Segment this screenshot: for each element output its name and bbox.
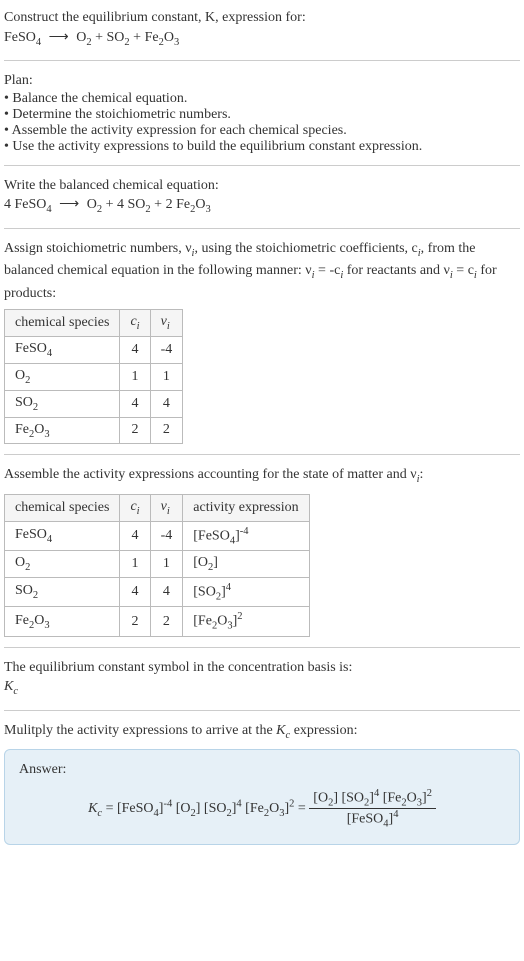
table-row: FeSO4 4 -4 [FeSO4]-4 (5, 521, 310, 550)
plan-heading: Plan: (4, 71, 520, 91)
th-species: chemical species (5, 310, 120, 337)
plan-item: Balance the chemical equation. (4, 91, 520, 107)
table-row: O2 1 1 [O2] (5, 551, 310, 578)
eq-symbol-section: The equilibrium constant symbol in the c… (4, 658, 520, 700)
divider (4, 60, 520, 61)
species-cell: FeSO4 (5, 521, 120, 550)
assemble-text: Assemble the activity expressions accoun… (4, 465, 520, 487)
divider (4, 454, 520, 455)
stoich-section: Assign stoichiometric numbers, νi, using… (4, 239, 520, 445)
table-row: O2 1 1 (5, 363, 183, 390)
ci-cell: 1 (120, 551, 150, 578)
ci-cell: 4 (120, 577, 150, 606)
ci-cell: 2 (120, 607, 150, 636)
intro-line: Construct the equilibrium constant, K, e… (4, 10, 306, 25)
kc-symbol: Kc (4, 677, 520, 699)
vi-cell: 2 (150, 417, 183, 444)
species-cell: O2 (5, 551, 120, 578)
plan-list: Balance the chemical equation. Determine… (4, 91, 520, 155)
vi-cell: 1 (150, 551, 183, 578)
divider (4, 647, 520, 648)
ci-cell: 2 (120, 417, 150, 444)
activity-cell: [FeSO4]-4 (183, 521, 309, 550)
vi-cell: 1 (150, 363, 183, 390)
ci-cell: 4 (120, 337, 150, 364)
assemble-section: Assemble the activity expressions accoun… (4, 465, 520, 636)
plan-section: Plan: Balance the chemical equation. Det… (4, 71, 520, 155)
th-vi: νi (150, 494, 183, 521)
table-row: Fe2O3 2 2 [Fe2O3]2 (5, 607, 310, 636)
divider (4, 710, 520, 711)
answer-label: Answer: (19, 760, 505, 780)
species-cell: Fe2O3 (5, 607, 120, 636)
arrow-icon: ⟶ (59, 195, 79, 215)
balanced-heading: Write the balanced chemical equation: (4, 176, 520, 196)
species-cell: SO2 (5, 390, 120, 417)
species-cell: O2 (5, 363, 120, 390)
plan-item: Determine the stoichiometric numbers. (4, 107, 520, 123)
species-cell: Fe2O3 (5, 417, 120, 444)
table-header-row: chemical species ci νi (5, 310, 183, 337)
intro-text: Construct the equilibrium constant, K, e… (4, 8, 520, 50)
activity-cell: [SO2]4 (183, 577, 309, 606)
table-row: SO2 4 4 [SO2]4 (5, 577, 310, 606)
table-header-row: chemical species ci νi activity expressi… (5, 494, 310, 521)
plan-item: Assemble the activity expression for eac… (4, 123, 520, 139)
plan-item: Use the activity expressions to build th… (4, 139, 520, 155)
balanced-section: Write the balanced chemical equation: 4 … (4, 176, 520, 218)
multiply-text: Mulitply the activity expressions to arr… (4, 721, 520, 743)
stoich-table: chemical species ci νi FeSO4 4 -4 O2 1 1… (4, 309, 183, 444)
divider (4, 228, 520, 229)
th-activity: activity expression (183, 494, 309, 521)
species-cell: FeSO4 (5, 337, 120, 364)
ci-cell: 4 (120, 390, 150, 417)
ci-cell: 1 (120, 363, 150, 390)
stoich-text: Assign stoichiometric numbers, νi, using… (4, 239, 520, 304)
answer-box: Answer: Kc = [FeSO4]-4 [O2] [SO2]4 [Fe2O… (4, 749, 520, 845)
denominator: [FeSO4]4 (309, 809, 436, 829)
vi-cell: 2 (150, 607, 183, 636)
th-species: chemical species (5, 494, 120, 521)
table-row: FeSO4 4 -4 (5, 337, 183, 364)
th-vi: νi (150, 310, 183, 337)
vi-cell: -4 (150, 521, 183, 550)
divider (4, 165, 520, 166)
table-row: Fe2O3 2 2 (5, 417, 183, 444)
th-ci: ci (120, 310, 150, 337)
eq-symbol-text: The equilibrium constant symbol in the c… (4, 658, 520, 678)
intro-section: Construct the equilibrium constant, K, e… (4, 8, 520, 50)
species-cell: SO2 (5, 577, 120, 606)
table-row: SO2 4 4 (5, 390, 183, 417)
multiply-section: Mulitply the activity expressions to arr… (4, 721, 520, 845)
th-ci: ci (120, 494, 150, 521)
vi-cell: 4 (150, 390, 183, 417)
vi-cell: 4 (150, 577, 183, 606)
balanced-equation: 4 FeSO4 ⟶ O2 + 4 SO2 + 2 Fe2O3 (4, 195, 520, 217)
intro-equation: FeSO4 ⟶ O2 + SO2 + Fe2O3 (4, 30, 179, 45)
fraction: [O2] [SO2]4 [Fe2O3]2 [FeSO4]4 (309, 788, 436, 830)
arrow-icon: ⟶ (49, 28, 69, 48)
vi-cell: -4 (150, 337, 183, 364)
answer-equation: Kc = [FeSO4]-4 [O2] [SO2]4 [Fe2O3]2 = [O… (19, 788, 505, 830)
activity-table: chemical species ci νi activity expressi… (4, 494, 310, 637)
numerator: [O2] [SO2]4 [Fe2O3]2 (309, 788, 436, 809)
activity-cell: [O2] (183, 551, 309, 578)
ci-cell: 4 (120, 521, 150, 550)
activity-cell: [Fe2O3]2 (183, 607, 309, 636)
